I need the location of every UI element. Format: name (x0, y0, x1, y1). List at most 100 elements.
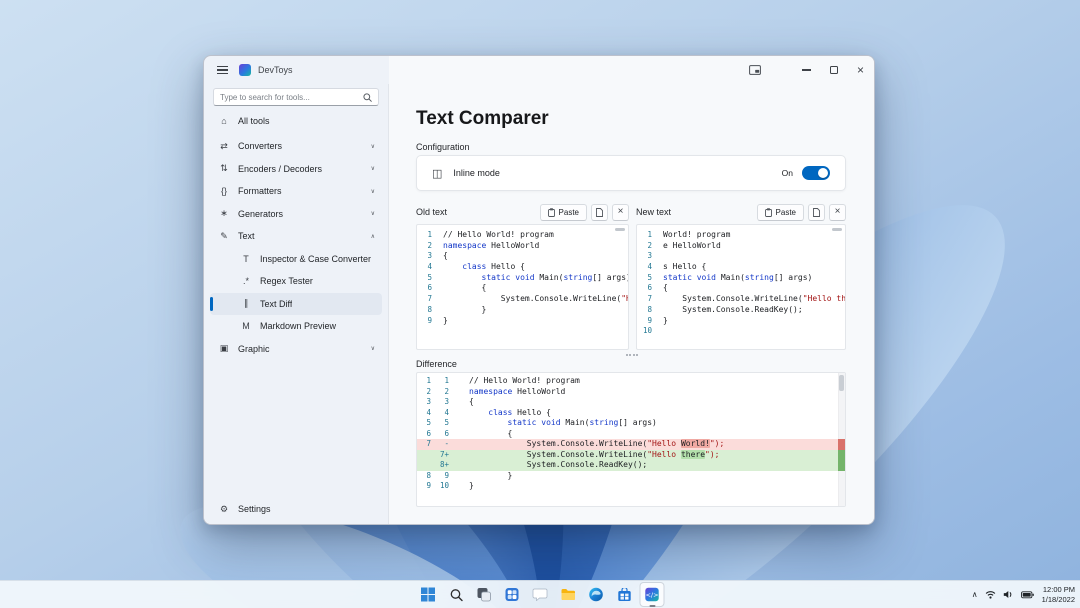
scrollbar-thumb[interactable] (615, 228, 625, 231)
search-box[interactable] (213, 88, 379, 106)
line-number: 5 (637, 273, 657, 284)
chat-icon (533, 588, 548, 601)
chevron-down-icon: ∨ (371, 210, 375, 217)
open-file-button[interactable] (808, 204, 825, 221)
difference-panel[interactable]: 11// Hello World! program22namespace Hel… (416, 372, 846, 507)
new-editor-gutter: 12345678910 (637, 225, 657, 349)
diff-old-line-number: 5 (417, 418, 433, 429)
code-line: } (443, 316, 628, 327)
line-number: 2 (417, 241, 437, 252)
code-line: e HelloWorld (663, 241, 845, 252)
store-button[interactable] (612, 582, 637, 607)
new-editor-code[interactable]: World! programe HelloWorlds Hello {stati… (657, 225, 845, 349)
new-text-header: New text Paste × (636, 203, 846, 221)
inline-mode-toggle[interactable] (802, 166, 830, 180)
sidebar-item-settings[interactable]: ⚙ Settings (210, 499, 382, 519)
difference-label: Difference (416, 359, 457, 369)
titlebar[interactable]: DevToys × (204, 56, 874, 84)
sidebar-item-all-tools[interactable]: ⌂ All tools (210, 111, 382, 131)
page-title: Text Comparer (416, 109, 549, 129)
line-number: 2 (637, 241, 657, 252)
start-button[interactable] (416, 582, 441, 607)
task-view-button[interactable] (472, 582, 497, 607)
difference-body: 11// Hello World! program22namespace Hel… (417, 373, 838, 506)
diff-old-line-number: 7 (417, 439, 433, 450)
scrollbar-thumb[interactable] (832, 228, 842, 231)
code-line: { (443, 283, 628, 294)
widgets-button[interactable] (500, 582, 525, 607)
sidebar-item-label: Text Diff (260, 299, 292, 309)
chevron-up-icon[interactable]: ∧ (972, 591, 978, 599)
paste-button[interactable]: Paste (757, 204, 804, 221)
sidebar-item-formatters[interactable]: {}Formatters∨ (210, 180, 382, 203)
maximize-icon (830, 66, 838, 74)
battery-icon[interactable] (1021, 591, 1034, 599)
devtoys-button[interactable]: </> (640, 582, 665, 607)
devtoys-icon: </> (645, 587, 660, 602)
sidebar-item-converters[interactable]: ⇄Converters∨ (210, 135, 382, 158)
start-icon (421, 587, 436, 602)
file-explorer-button[interactable] (556, 582, 581, 607)
changed-word-highlight: World! (681, 439, 710, 448)
sidebar-item-regex-tester[interactable]: .*Regex Tester (210, 270, 382, 293)
clear-button[interactable]: × (612, 204, 629, 221)
chevron-down-icon: ∨ (371, 165, 375, 172)
home-icon: ⌂ (218, 116, 230, 126)
old-text-editor[interactable]: 123456789 // Hello World! programnamespa… (416, 224, 629, 350)
sidebar-item-inspector-case-converter[interactable]: TInspector & Case Converter (210, 248, 382, 271)
sidebar-item-graphic[interactable]: ▣Graphic∨ (210, 338, 382, 361)
menu-button[interactable] (209, 56, 235, 84)
volume-icon[interactable] (1003, 590, 1014, 599)
line-number: 1 (417, 230, 437, 241)
search-input[interactable] (220, 93, 363, 102)
search-icon (449, 588, 463, 602)
diff-icon: ∥ (240, 298, 252, 309)
diff-old-line-number: 3 (417, 397, 433, 408)
chat-button[interactable] (528, 582, 553, 607)
sidebar-item-label: Markdown Preview (260, 321, 336, 331)
clipboard-icon (548, 208, 555, 217)
compact-overlay-button[interactable] (741, 56, 768, 84)
taskbar-clock[interactable]: 12:00 PM 1/18/2022 (1042, 585, 1075, 604)
sidebar-item-encoders-decoders[interactable]: ⇅Encoders / Decoders∨ (210, 158, 382, 181)
wifi-icon[interactable] (985, 590, 996, 599)
new-text-label: New text (636, 207, 671, 217)
maximize-button[interactable] (820, 56, 847, 84)
code-line: s Hello { (663, 262, 845, 273)
new-text-actions: Paste × (757, 204, 846, 221)
diff-row: 8+ System.Console.ReadKey(); (417, 460, 838, 471)
diff-row: 55 static void Main(string[] args) (417, 418, 838, 429)
diff-new-line-number: 5 (433, 418, 451, 429)
diff-row: 11// Hello World! program (417, 376, 838, 387)
added-lines-marker (838, 450, 845, 471)
diff-new-line-number: 7+ (433, 450, 451, 461)
editor-splitter[interactable] (623, 352, 641, 358)
paste-button[interactable]: Paste (540, 204, 587, 221)
sidebar-item-label: Inspector & Case Converter (260, 254, 371, 264)
generators-icon: ∗ (218, 208, 230, 219)
sidebar-item-text[interactable]: ✎Text∧ (210, 225, 382, 248)
diff-new-line-number: 10 (433, 481, 451, 492)
new-text-editor[interactable]: 12345678910 World! programe HelloWorlds … (636, 224, 846, 350)
search-button[interactable] (444, 582, 469, 607)
close-icon: × (857, 64, 864, 76)
sidebar-item-text-diff[interactable]: ∥ Text Diff (210, 293, 382, 316)
code-line: System.Console.WriteLine("Hello there"); (663, 294, 845, 305)
diff-row: 910} (417, 481, 838, 492)
clear-icon: × (835, 207, 841, 217)
close-button[interactable]: × (847, 56, 874, 84)
old-editor-code[interactable]: // Hello World! programnamespace HelloWo… (437, 225, 628, 349)
edge-button[interactable] (584, 582, 609, 607)
sidebar-item-markdown-preview[interactable]: MMarkdown Preview (210, 315, 382, 338)
minimize-button[interactable] (793, 56, 820, 84)
clear-button[interactable]: × (829, 204, 846, 221)
sidebar-item-label: Generators (238, 209, 283, 219)
open-file-button[interactable] (591, 204, 608, 221)
store-icon (617, 588, 631, 602)
scrollbar-thumb[interactable] (839, 375, 844, 391)
sidebar-item-generators[interactable]: ∗ Generators ∨ (210, 203, 382, 226)
clipboard-icon (765, 208, 772, 217)
difference-scrollbar[interactable] (838, 373, 845, 506)
diff-code-line: } (451, 471, 838, 482)
line-number: 4 (417, 262, 437, 273)
